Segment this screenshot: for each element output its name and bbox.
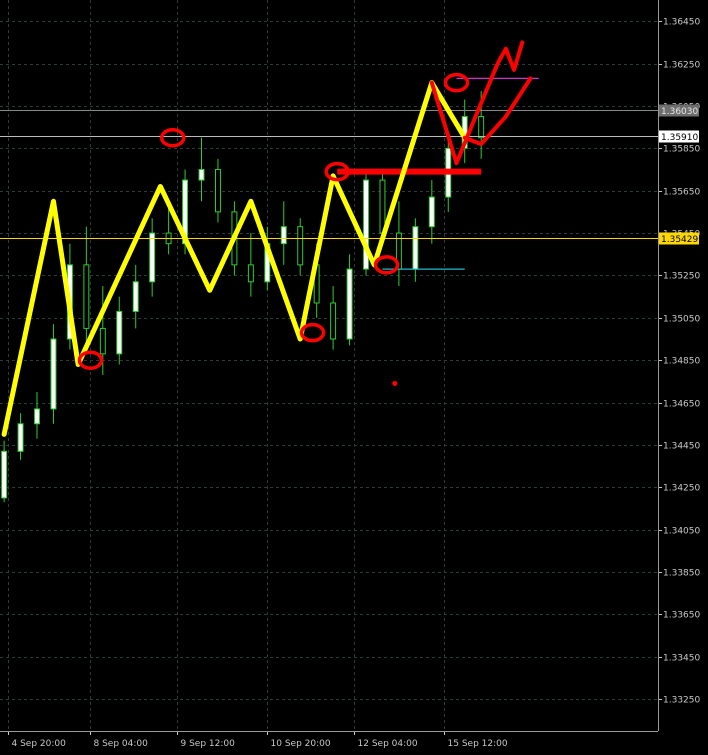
price-tag-label: 1.35429 <box>661 235 698 245</box>
y-tick-label: 1.34050 <box>663 527 700 537</box>
candle-body <box>17 423 24 452</box>
y-tick-label: 1.36450 <box>663 18 700 28</box>
y-tick-label: 1.33850 <box>663 569 700 579</box>
candle-body <box>412 226 419 270</box>
x-tick-label: 9 Sep 12:00 <box>181 739 236 749</box>
candle-body <box>83 264 90 329</box>
y-tick-label: 1.34650 <box>663 400 700 410</box>
y-tick-label: 1.35250 <box>663 272 700 282</box>
y-tick-label: 1.35050 <box>663 315 700 325</box>
y-tick-label: 1.33650 <box>663 611 700 621</box>
chart-window[interactable]: 1.364501.362501.360501.358501.356501.354… <box>0 0 708 751</box>
y-tick-label: 1.34850 <box>663 357 700 367</box>
candle-body <box>50 338 57 410</box>
candle-body <box>297 226 304 266</box>
price-tag-label: 1.35910 <box>661 133 698 143</box>
x-tick-label: 12 Sep 04:00 <box>358 739 418 749</box>
candle-body <box>1 450 8 499</box>
price-tag-label: 1.36030 <box>661 107 698 117</box>
y-tick-label: 1.36250 <box>663 61 700 71</box>
candle-body <box>198 169 205 181</box>
candle-body <box>428 196 435 228</box>
candle-body <box>247 264 254 283</box>
x-tick-label: 8 Sep 04:00 <box>94 739 149 749</box>
y-tick-label: 1.35850 <box>663 145 700 155</box>
candle-body <box>132 281 139 312</box>
y-tick-label: 1.33450 <box>663 654 700 664</box>
x-tick-label: 15 Sep 12:00 <box>448 739 508 749</box>
candle-body <box>214 169 221 213</box>
candle-body <box>116 310 123 355</box>
candle-body <box>34 408 40 425</box>
candle-body <box>149 232 156 283</box>
candle-body <box>346 268 353 340</box>
price-chart[interactable]: 1.364501.362501.360501.358501.356501.354… <box>0 0 708 751</box>
y-tick-label: 1.35650 <box>663 188 700 198</box>
y-tick-label: 1.33250 <box>663 696 700 706</box>
x-tick-label: 10 Sep 20:00 <box>271 739 331 749</box>
candle-body <box>478 116 485 139</box>
red-dot <box>392 381 398 387</box>
candle-body <box>99 327 106 355</box>
candle-body <box>280 226 287 245</box>
x-tick-label: 4 Sep 20:00 <box>12 739 67 749</box>
y-tick-label: 1.34250 <box>663 484 700 494</box>
candle-body <box>330 302 337 340</box>
y-tick-label: 1.34450 <box>663 442 700 452</box>
